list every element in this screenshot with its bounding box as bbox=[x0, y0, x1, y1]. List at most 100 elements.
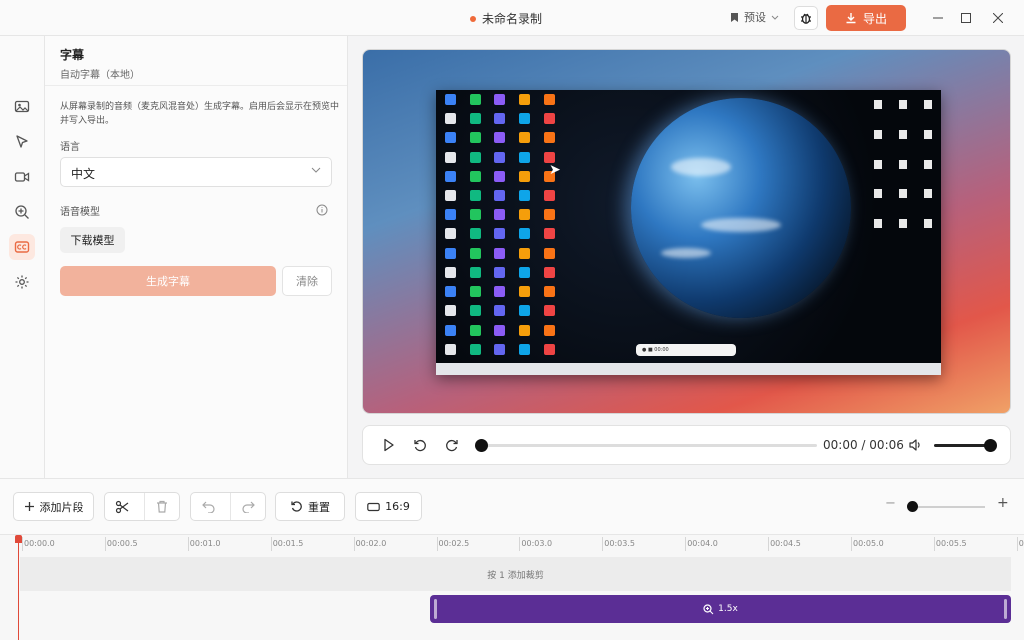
language-select[interactable]: 中文 bbox=[60, 157, 332, 187]
zoom-out-button[interactable]: − bbox=[885, 496, 896, 511]
volume-button[interactable] bbox=[908, 438, 922, 455]
desktop-app-icon bbox=[444, 132, 456, 144]
model-label: 语音模型 bbox=[60, 207, 100, 218]
volume-slider[interactable] bbox=[934, 439, 997, 452]
undo-button[interactable] bbox=[191, 493, 225, 520]
trim-track-hint: 按 1 添加裁剪 bbox=[487, 571, 544, 581]
duration: 00:06 bbox=[869, 438, 904, 452]
redo-button[interactable] bbox=[230, 493, 265, 520]
seek-bar[interactable] bbox=[475, 439, 817, 452]
timeline-zoom-handle[interactable] bbox=[907, 501, 918, 512]
title-bar: 未命名录制 预设 导出 bbox=[0, 0, 1024, 36]
ruler-tick: 00:04.0 bbox=[685, 537, 718, 551]
language-value: 中文 bbox=[71, 167, 96, 181]
ruler-tick: 00:02.0 bbox=[353, 537, 387, 551]
seek-handle[interactable] bbox=[475, 439, 488, 452]
desktop-app-icon bbox=[494, 343, 506, 355]
desktop-app-icon bbox=[519, 170, 531, 182]
desktop-app-icon bbox=[444, 94, 456, 105]
clip-left-handle[interactable] bbox=[434, 599, 437, 619]
restart-button[interactable] bbox=[445, 438, 459, 455]
generate-captions-button[interactable]: 生成字幕 bbox=[60, 266, 276, 296]
reset-button[interactable]: 重置 bbox=[275, 492, 345, 521]
rotate-right-icon bbox=[446, 439, 458, 452]
trim-track[interactable]: 按 1 添加裁剪 bbox=[20, 557, 1011, 591]
zoom-in-button[interactable]: + bbox=[997, 495, 1009, 511]
bookmark-icon bbox=[731, 12, 738, 22]
export-button[interactable]: 导出 bbox=[826, 5, 906, 31]
desktop-file-icon bbox=[924, 100, 932, 109]
clear-captions-button[interactable]: 清除 bbox=[282, 266, 332, 296]
rail-item-background[interactable] bbox=[9, 94, 35, 120]
desktop-icons bbox=[440, 94, 560, 358]
volume-handle[interactable] bbox=[984, 439, 997, 452]
playhead[interactable] bbox=[15, 535, 22, 640]
debug-button[interactable] bbox=[794, 6, 818, 30]
window-title: 未命名录制 bbox=[482, 12, 543, 26]
mouse-cursor: ➤ bbox=[549, 162, 561, 178]
desktop-app-icon bbox=[469, 305, 481, 317]
desktop-app-icon bbox=[494, 228, 506, 240]
rail-item-zoom[interactable] bbox=[9, 199, 35, 225]
ruler-tick: 00:02.5 bbox=[436, 537, 470, 551]
minimize-button[interactable] bbox=[928, 8, 948, 28]
time-separator: / bbox=[861, 438, 866, 452]
rail-item-captions[interactable] bbox=[9, 234, 35, 260]
download-model-button[interactable]: 下载模型 bbox=[60, 227, 125, 253]
add-segment-label: 添加片段 bbox=[39, 500, 84, 514]
desktop-file-icon bbox=[924, 189, 932, 199]
panel-subtitle: 自动字幕（本地） bbox=[60, 70, 140, 81]
desktop-app-icon bbox=[469, 247, 481, 259]
desktop-app-icon bbox=[519, 190, 531, 202]
maximize-button[interactable] bbox=[956, 8, 976, 28]
scissors-icon bbox=[116, 500, 129, 513]
delete-button[interactable] bbox=[144, 493, 179, 520]
video-preview[interactable]: ➤ ● ■ 00:00 bbox=[362, 49, 1011, 414]
rail-item-cursor[interactable] bbox=[9, 129, 35, 155]
desktop-app-icon bbox=[494, 170, 506, 182]
desktop-app-icon bbox=[469, 228, 481, 240]
desktop-app-icon bbox=[444, 286, 456, 298]
rail-item-camera[interactable] bbox=[9, 164, 35, 190]
ruler-tick: 00:00.5 bbox=[104, 537, 138, 551]
aspect-ratio-icon bbox=[367, 502, 380, 511]
redo-icon bbox=[242, 501, 255, 513]
preset-label: 预设 bbox=[744, 11, 766, 24]
desktop-app-icon bbox=[494, 324, 506, 336]
desktop-app-icon bbox=[519, 286, 531, 298]
download-icon bbox=[846, 13, 856, 24]
aspect-ratio-button[interactable]: 16:9 bbox=[355, 492, 422, 521]
desktop-app-icon bbox=[469, 132, 481, 144]
desktop-app-icon bbox=[494, 209, 506, 221]
rail-item-settings[interactable] bbox=[9, 269, 35, 295]
zoom-clip[interactable]: 1.5x bbox=[430, 595, 1011, 623]
play-button[interactable] bbox=[383, 438, 395, 455]
desktop-app-icon bbox=[494, 94, 506, 105]
desktop-app-icon bbox=[469, 170, 481, 182]
player-controls: 00:00 / 00:06 bbox=[362, 425, 1011, 465]
clip-right-handle[interactable] bbox=[1004, 599, 1007, 619]
close-icon bbox=[993, 13, 1003, 23]
add-segment-button[interactable]: 添加片段 bbox=[13, 492, 94, 521]
current-time: 00:00 bbox=[823, 438, 858, 452]
desktop-file-icon bbox=[899, 159, 907, 169]
desktop-app-icon bbox=[544, 94, 556, 105]
chevron-down-icon bbox=[771, 15, 779, 20]
desktop-app-icon bbox=[444, 266, 456, 278]
timeline-zoom-slider[interactable] bbox=[907, 501, 985, 512]
desktop-app-icon bbox=[519, 151, 531, 163]
recorded-screen: ➤ ● ■ 00:00 bbox=[436, 90, 941, 375]
zoom-clip-label: 1.5x bbox=[718, 604, 738, 614]
export-label: 导出 bbox=[862, 11, 887, 26]
desktop-app-icon bbox=[519, 228, 531, 240]
playhead-handle[interactable] bbox=[15, 535, 22, 543]
edit-group bbox=[104, 492, 180, 521]
split-button[interactable] bbox=[105, 493, 139, 520]
plus-icon bbox=[24, 502, 34, 511]
info-icon[interactable] bbox=[316, 204, 328, 216]
timeline[interactable]: 00:00.0 00:00.5 00:01.0 00:01.5 00:02.0 00:02… bbox=[0, 534, 1024, 640]
close-button[interactable] bbox=[988, 8, 1008, 28]
chevron-down-icon bbox=[311, 167, 321, 173]
preset-dropdown[interactable]: 预设 bbox=[730, 9, 779, 25]
rewind-button[interactable] bbox=[413, 438, 427, 455]
